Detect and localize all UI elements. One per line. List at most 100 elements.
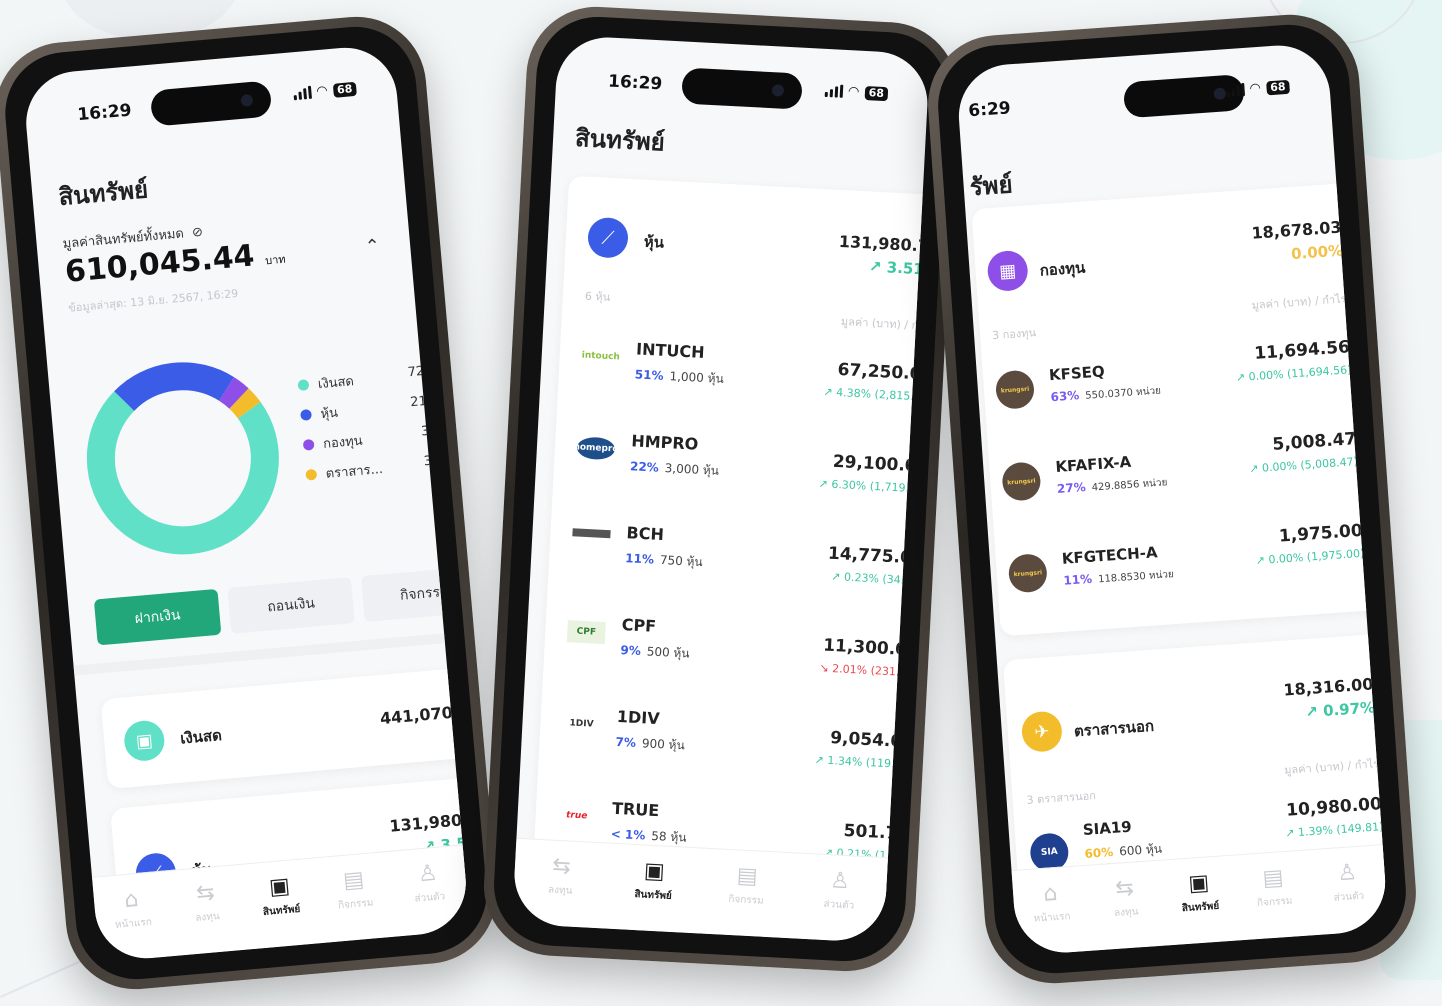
bond-name: SIA19 xyxy=(1082,817,1133,840)
stock-change: ↗ 6.30% (1,719.98) xyxy=(818,477,928,496)
phone-3: 6:29 ◠ 68 รัพย์ ▦ กองทุน 18,678.03 0.00%… xyxy=(923,10,1421,988)
trend-up-icon: ↗ xyxy=(1235,370,1250,385)
legend-pct: 72.30% xyxy=(407,361,458,381)
phone-2-screen: 16:29 ◠ 68 สินทรัพย์ ⟋ หุ้น 131,980.70 ↗… xyxy=(511,34,931,944)
tab-activity[interactable]: ▤ กิจกรรม xyxy=(318,866,391,915)
fund-logo: krungsri xyxy=(1001,461,1042,502)
deposit-button[interactable]: ฝากเงิน xyxy=(93,588,222,646)
bond-total-change: ↗ 0.97% xyxy=(1304,698,1376,722)
eye-off-icon[interactable]: ⊘ xyxy=(191,225,203,241)
wallet-icon: ▣ xyxy=(268,873,292,901)
fund-name: KFGTECH-A xyxy=(1061,543,1159,568)
stock-logo xyxy=(572,528,611,539)
exchange-icon: ⇆ xyxy=(551,853,572,880)
legend-item: กองทุน 3.06% xyxy=(302,421,463,457)
tab-invest[interactable]: ⇆ ลงทุน xyxy=(525,853,597,900)
wallet-icon: ▣ xyxy=(1187,870,1211,897)
cash-label: เงินสด xyxy=(179,726,223,748)
cash-card[interactable]: ▣ เงินสด 441,070.71 xyxy=(100,664,471,790)
tab-profile[interactable]: ♙ ส่วนตัว xyxy=(392,860,465,909)
wifi-icon: ◠ xyxy=(848,84,860,100)
trend-up-icon: ↗ xyxy=(823,385,837,399)
column-header: มูลค่า (บาท) / กำไร xyxy=(1283,757,1380,777)
stock-holding: 22% 3,000 หุ้น xyxy=(629,459,720,478)
withdraw-button[interactable]: ถอนเงิน xyxy=(227,577,355,634)
battery-icon: 68 xyxy=(332,81,357,98)
home-icon: ⌂ xyxy=(123,886,140,914)
fund-count: 3 กองทุน xyxy=(991,326,1037,343)
signal-icon xyxy=(824,84,844,98)
status-icons: ◠ 68 xyxy=(293,81,357,101)
stock-holding: 51% 1,000 หุ้น xyxy=(634,367,725,386)
stock-value: 9,054.00 xyxy=(829,728,915,753)
tab-invest[interactable]: ⇆ ลงทุน xyxy=(1089,875,1162,923)
page-title: สินทรัพย์ xyxy=(57,175,150,212)
stock-name: INTUCH xyxy=(635,339,706,362)
wifi-icon: ◠ xyxy=(316,83,328,100)
stock-logo: intouch xyxy=(581,344,621,369)
activity-button[interactable]: กิจกรรม xyxy=(360,565,471,623)
legend-item: เงินสด 72.30% xyxy=(297,361,458,397)
legend-label: กองทุน xyxy=(322,433,364,453)
tab-activity[interactable]: ▤ กิจกรรม xyxy=(1237,864,1310,912)
fund-change: ↗ 0.00% (5,008.47) xyxy=(1248,454,1359,476)
tab-home[interactable]: ⌂ หน้าแรก xyxy=(95,885,168,934)
tab-assets[interactable]: ▣ สินทรัพย์ xyxy=(1163,870,1236,918)
fund-name: KFSEQ xyxy=(1048,362,1106,385)
tab-profile[interactable]: ♙ ส่วนตัว xyxy=(1312,859,1385,907)
chart-line-icon: ⟋ xyxy=(586,216,630,259)
fund-holding: 27% 429.8856 หน่วย xyxy=(1056,477,1168,496)
allocation-donut-chart xyxy=(86,362,279,555)
user-icon: ♙ xyxy=(1336,860,1358,887)
legend-label: หุ้น xyxy=(319,405,339,423)
fund-total-value: 18,678.03 xyxy=(1250,217,1343,243)
stock-total-value: 131,980.70 xyxy=(838,231,931,257)
activity-icon: ▤ xyxy=(342,867,366,894)
fund-value: 11,694.56 xyxy=(1253,337,1351,364)
stock-logo: true xyxy=(557,803,597,828)
column-header: มูลค่า (บาท) / กำไร xyxy=(1251,292,1347,312)
stock-value: 14,775.00 xyxy=(827,543,925,569)
fund-total-change: 0.00% xyxy=(1290,241,1344,264)
stock-detail-card: ⟋ หุ้น 131,980.70 ↗ 3.51% 6 หุ้น มูลค่า … xyxy=(530,175,931,936)
fund-logo: krungsri xyxy=(1007,552,1049,594)
stock-logo: homepro xyxy=(573,436,619,461)
bond-value: 10,980.00 xyxy=(1285,794,1383,821)
trend-up-icon: ↗ xyxy=(1255,553,1269,568)
legend-label: เงินสด xyxy=(317,374,355,393)
dynamic-island xyxy=(681,67,803,110)
donut-slice-3 xyxy=(229,388,261,419)
tab-home[interactable]: ⌂ หน้าแรก xyxy=(1015,880,1088,928)
tab-assets[interactable]: ▣ สินทรัพย์ xyxy=(244,873,317,922)
wifi-icon: ◠ xyxy=(1249,80,1261,97)
stock-change: ↗ 1.34% (119.10) xyxy=(814,753,914,772)
tab-invest[interactable]: ⇆ ลงทุน xyxy=(170,879,243,928)
tab-assets[interactable]: ▣ สินทรัพย์ xyxy=(618,858,690,905)
fund-value: 1,975.00 xyxy=(1278,520,1364,547)
fund-name: KFAFIX-A xyxy=(1054,452,1132,477)
legend-pct: 3.00% xyxy=(423,450,466,470)
plane-icon: ✈ xyxy=(1020,710,1064,753)
stock-logo: CPF xyxy=(566,620,606,645)
stock-name: CPF xyxy=(621,615,657,636)
legend-dot xyxy=(305,468,318,481)
stock-value: 131,980.70 xyxy=(388,807,471,836)
activity-icon: ▤ xyxy=(736,863,759,890)
fund-value: 5,008.47 xyxy=(1271,429,1357,455)
last-updated: ข้อมูลล่าสุด: 13 มิ.ย. 2567, 16:29 xyxy=(67,286,239,315)
chevron-up-icon[interactable]: ⌃ xyxy=(364,235,381,257)
fund-list: krungsri KFSEQ 63% 550.0370 หน่วย 11,694.56 ↗… xyxy=(993,323,1368,627)
user-icon: ♙ xyxy=(829,868,851,895)
status-icons: ◠ 68 xyxy=(824,83,889,101)
tab-activity[interactable]: ▤ กิจกรรม xyxy=(711,863,783,910)
stock-holding: 7% 900 หุ้น xyxy=(615,734,686,753)
tab-profile[interactable]: ♙ ส่วนตัว xyxy=(804,868,876,915)
bond-change: ↗ 1.39% (149.81) xyxy=(1284,820,1384,840)
user-icon: ♙ xyxy=(416,860,439,888)
exchange-icon: ⇆ xyxy=(1114,875,1135,902)
dynamic-island xyxy=(149,80,273,127)
battery-icon: 68 xyxy=(864,85,889,101)
stock-name: 1DIV xyxy=(616,706,661,729)
activity-icon: ▤ xyxy=(1261,865,1285,892)
wallet-icon: ▣ xyxy=(122,719,167,763)
